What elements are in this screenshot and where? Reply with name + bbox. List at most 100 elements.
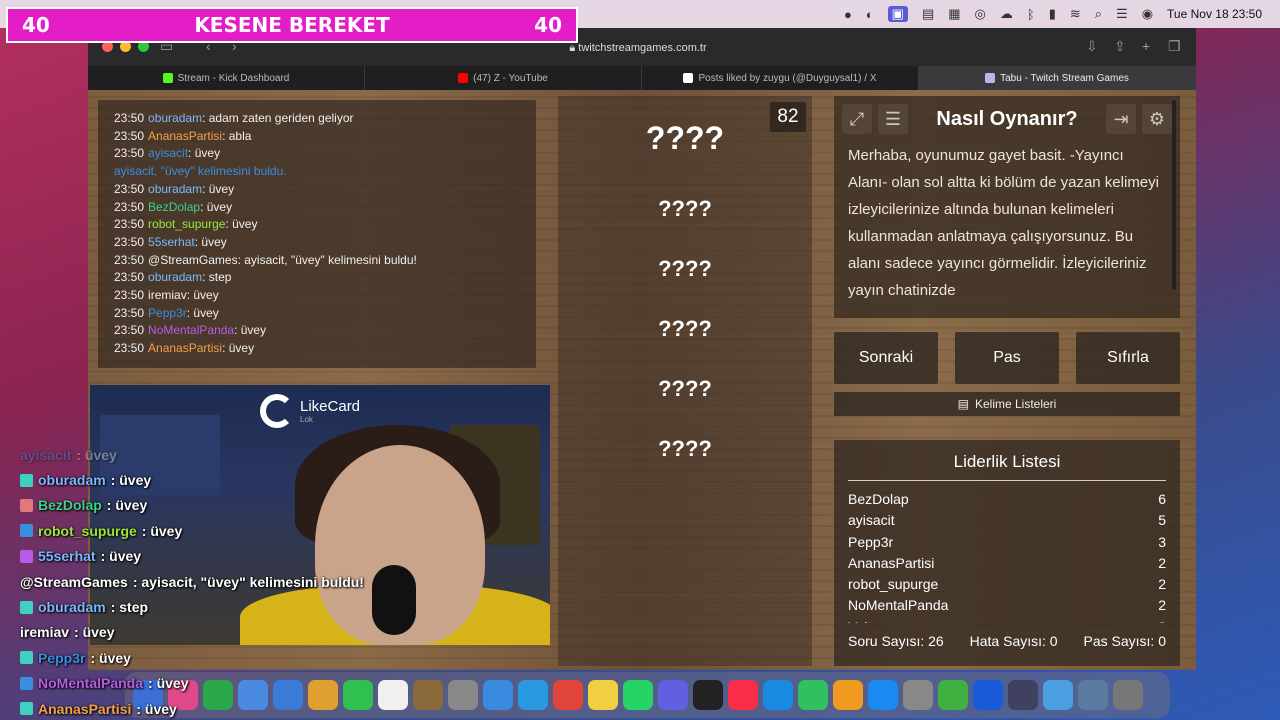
address-text: twitchstreamgames.com.tr bbox=[578, 42, 707, 54]
dock-app-icon[interactable] bbox=[658, 680, 688, 710]
chat-username[interactable]: oburadam bbox=[148, 270, 202, 284]
dock-app-icon[interactable] bbox=[798, 680, 828, 710]
dock-app-icon[interactable] bbox=[903, 680, 933, 710]
leaderboard-name: Voltoma bbox=[848, 617, 899, 623]
chat-username[interactable]: BezDolap bbox=[148, 200, 200, 214]
chat-username[interactable]: oburadam bbox=[148, 182, 202, 196]
word-lists-button[interactable]: ▤ Kelime Listeleri bbox=[834, 392, 1180, 416]
right-panel: ⤢ ☰ Nasıl Oynanır? ⇥ ⚙ Merhaba, oyunumuz… bbox=[834, 96, 1180, 666]
dock-app-icon[interactable] bbox=[1043, 680, 1073, 710]
control-center-icon[interactable]: ☰ bbox=[1116, 6, 1128, 22]
chat-username[interactable]: @StreamGames bbox=[148, 253, 238, 267]
dock-app-icon[interactable] bbox=[483, 680, 513, 710]
leaderboard-row: robot_supurge 2 bbox=[848, 574, 1166, 595]
chat-username[interactable]: robot_supurge bbox=[148, 217, 225, 231]
overlay-chat-username: Pepp3r bbox=[38, 649, 86, 666]
menu-clock[interactable]: Tue Nov 18 23:50 bbox=[1167, 7, 1262, 21]
how-to-play-panel: ⤢ ☰ Nasıl Oynanır? ⇥ ⚙ Merhaba, oyunumuz… bbox=[834, 96, 1180, 318]
chat-username[interactable]: ayisacit bbox=[148, 146, 188, 160]
fullscreen-icon[interactable]: ⤢ bbox=[842, 104, 872, 134]
browser-tab[interactable]: Posts liked by zuygu (@Duyguysal1) / X bbox=[642, 66, 919, 90]
main-word: ???? bbox=[645, 120, 725, 156]
status-icon[interactable]: ● bbox=[844, 7, 852, 22]
banner-right-score: 40 bbox=[534, 13, 562, 37]
dock-app-icon[interactable] bbox=[1078, 680, 1108, 710]
lock-icon: 🔒︎ bbox=[569, 42, 576, 54]
leaderboard-name: NoMentalPanda bbox=[848, 597, 949, 614]
dock-app-icon[interactable] bbox=[413, 680, 443, 710]
siri-icon[interactable]: ◉ bbox=[1142, 6, 1153, 22]
screen-share-icon[interactable]: ▣ bbox=[887, 6, 908, 22]
battery-icon[interactable]: ▮ bbox=[1049, 6, 1056, 22]
share-icon[interactable]: ⇪ bbox=[1114, 38, 1126, 55]
status-icon[interactable]: ▤ bbox=[922, 6, 934, 22]
user-badge-icon bbox=[20, 651, 33, 665]
leaderboard-name: ayisacit bbox=[848, 512, 895, 529]
dock-app-icon[interactable] bbox=[728, 680, 758, 710]
dock-app-icon[interactable] bbox=[868, 680, 898, 710]
tab-favicon-icon bbox=[458, 73, 469, 83]
dock-app-icon[interactable] bbox=[1113, 680, 1143, 710]
cloud-icon[interactable]: ☁ bbox=[1000, 6, 1013, 22]
gear-icon[interactable]: ⚙ bbox=[1142, 104, 1172, 134]
dock-app-icon[interactable] bbox=[1008, 680, 1038, 710]
chat-username[interactable]: AnanasPartisi bbox=[148, 129, 222, 143]
chat-time: 23:50 bbox=[114, 199, 145, 214]
user-badge-icon bbox=[20, 524, 33, 538]
browser-tab[interactable]: (47) Z - YouTube bbox=[365, 66, 642, 90]
reset-button[interactable]: Sıfırla bbox=[1076, 332, 1180, 384]
dock-app-icon[interactable] bbox=[588, 680, 618, 710]
bluetooth-icon[interactable]: ᛒ bbox=[1027, 7, 1035, 22]
new-tab-icon[interactable]: + bbox=[1142, 38, 1150, 54]
chat-time: 23:50 bbox=[114, 270, 145, 285]
browser-tab[interactable]: Tabu - Twitch Stream Games bbox=[919, 66, 1196, 90]
dock-app-icon[interactable] bbox=[763, 680, 793, 710]
browser-tab[interactable]: Stream - Kick Dashboard bbox=[88, 66, 365, 90]
dock-app-icon[interactable] bbox=[833, 680, 863, 710]
status-icon[interactable]: ◐ bbox=[866, 7, 874, 22]
likecard-subtext: Lok bbox=[300, 415, 313, 424]
notes-icon[interactable]: ☰ bbox=[878, 104, 908, 134]
overlay-chat-text: : step bbox=[110, 599, 149, 616]
status-icon[interactable]: ▦ bbox=[948, 6, 960, 22]
chat-message: 23:50 robot_supurge: üvey bbox=[114, 216, 520, 234]
overlay-chat-text: : ayisacit, "üvey" kelimesini buldu! bbox=[132, 573, 364, 590]
dock-app-icon[interactable] bbox=[938, 680, 968, 710]
chat-username[interactable]: NoMentalPanda bbox=[148, 323, 234, 337]
download-icon[interactable]: ⇩ bbox=[1086, 38, 1098, 55]
dock-app-icon[interactable] bbox=[518, 680, 548, 710]
pass-count: Pas Sayısı: 0 bbox=[1083, 633, 1166, 649]
pass-button[interactable]: Pas bbox=[955, 332, 1059, 384]
chat-time: 23:50 bbox=[114, 305, 145, 320]
dock-app-icon[interactable] bbox=[973, 680, 1003, 710]
wifi-icon[interactable]: ≋ bbox=[1070, 6, 1081, 22]
status-icon[interactable]: ◎ bbox=[975, 6, 986, 22]
chat-username[interactable]: 55serhat bbox=[148, 235, 195, 249]
leaderboard-row: NoMentalPanda 2 bbox=[848, 595, 1166, 616]
search-icon[interactable]: ⌕ bbox=[1095, 6, 1102, 22]
leaderboard-score: 2 bbox=[1158, 576, 1166, 593]
chat-text: : ayisacit, "üvey" kelimesini buldu! bbox=[237, 252, 417, 267]
scrollbar[interactable] bbox=[1172, 100, 1176, 290]
chat-message: 23:50 oburadam: step bbox=[114, 269, 520, 287]
chat-message: 23:50 @StreamGames: ayisacit, "üvey" keli… bbox=[114, 252, 520, 270]
exit-icon[interactable]: ⇥ bbox=[1106, 104, 1136, 134]
chat-message: 23:50 oburadam: adam zaten geriden geliyo… bbox=[114, 110, 520, 128]
dock-app-icon[interactable] bbox=[693, 680, 723, 710]
chat-text: : üvey bbox=[234, 323, 267, 338]
chat-username[interactable]: oburadam bbox=[148, 111, 202, 125]
next-button[interactable]: Sonraki bbox=[834, 332, 938, 384]
overlay-chat-message: iremiav: üvey bbox=[20, 620, 400, 645]
chat-username[interactable]: AnanasPartisi bbox=[148, 341, 222, 355]
tab-overview-icon[interactable]: ❐ bbox=[1168, 38, 1181, 55]
dock-app-icon[interactable] bbox=[553, 680, 583, 710]
chat-username[interactable]: iremiav bbox=[148, 288, 187, 302]
chat-username[interactable]: Pepp3r bbox=[148, 306, 187, 320]
banner-left-score: 40 bbox=[22, 13, 50, 37]
overlay-chat-username: BezDolap bbox=[38, 497, 102, 514]
dock-app-icon[interactable] bbox=[448, 680, 478, 710]
tab-bar: Stream - Kick Dashboard (47) Z - YouTube P… bbox=[88, 66, 1196, 90]
dock-app-icon[interactable] bbox=[623, 680, 653, 710]
chat-message: 23:50 iremiav: üvey bbox=[114, 287, 520, 305]
overlay-chat-text: : üvey bbox=[136, 700, 177, 717]
